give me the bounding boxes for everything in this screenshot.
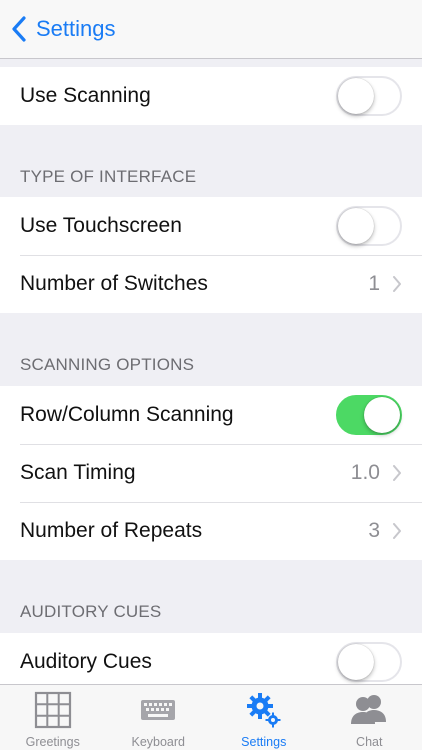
scan-timing-value: 1.0 [350, 461, 380, 484]
tab-label: Chat [356, 735, 383, 749]
row-column-scanning-toggle[interactable] [336, 395, 402, 435]
use-scanning-row: Use Scanning [0, 67, 422, 125]
people-icon [351, 695, 387, 724]
auditory-cues-label: Auditory Cues [20, 650, 152, 673]
keyboard-icon [141, 700, 176, 720]
toggle-knob [338, 644, 374, 680]
section-header-type-of-interface: TYPE OF INTERFACE [20, 167, 197, 186]
gears-icon [246, 693, 281, 728]
scanning-group: Use Scanning [0, 67, 422, 125]
use-touchscreen-row: Use Touchscreen [0, 197, 422, 255]
auditory-cues-group: Auditory Cues [0, 633, 422, 684]
use-scanning-toggle[interactable] [336, 76, 402, 116]
back-button-label: Settings [36, 16, 116, 41]
section-header-scanning-options: SCANNING OPTIONS [20, 355, 195, 374]
use-touchscreen-toggle[interactable] [336, 206, 402, 246]
number-of-repeats-row[interactable]: Number of Repeats 3 [0, 502, 422, 560]
tab-settings[interactable]: Settings [211, 685, 317, 750]
chevron-right-icon [393, 276, 401, 292]
number-of-repeats-value: 3 [368, 519, 380, 542]
toggle-knob [364, 397, 400, 433]
back-button[interactable]: Settings [10, 16, 116, 42]
tab-greetings[interactable]: Greetings [0, 685, 106, 750]
auditory-cues-toggle[interactable] [336, 642, 402, 682]
toggle-knob [338, 208, 374, 244]
number-of-repeats-label: Number of Repeats [20, 519, 203, 542]
number-of-switches-label: Number of Switches [20, 272, 208, 295]
toggle-knob [338, 78, 374, 114]
use-touchscreen-label: Use Touchscreen [20, 214, 182, 237]
use-scanning-label: Use Scanning [20, 84, 151, 107]
scan-timing-row[interactable]: Scan Timing 1.0 [0, 444, 422, 502]
tab-label: Settings [241, 735, 287, 749]
chevron-right-icon [393, 523, 401, 539]
tab-label: Keyboard [131, 735, 185, 749]
grid-icon [34, 691, 71, 729]
chevron-left-icon [12, 16, 26, 42]
tab-keyboard[interactable]: Keyboard [106, 685, 212, 750]
row-column-scanning-row: Row/Column Scanning [0, 386, 422, 444]
interface-group: Use Touchscreen Number of Switches 1 [0, 197, 422, 313]
section-header-auditory-cues: AUDITORY CUES [20, 602, 162, 621]
tab-bar: Greetings Keyboard Settings Chat [0, 684, 422, 750]
navigation-bar: Settings [0, 0, 422, 59]
scan-timing-label: Scan Timing [20, 461, 136, 484]
settings-list[interactable]: Use Scanning TYPE OF INTERFACE Use Touch… [0, 59, 422, 684]
scanning-options-group: Row/Column Scanning Scan Timing 1.0 Numb… [0, 386, 422, 560]
tab-label: Greetings [25, 735, 80, 749]
chevron-right-icon [393, 465, 401, 481]
auditory-cues-row: Auditory Cues [0, 633, 422, 684]
number-of-switches-row[interactable]: Number of Switches 1 [0, 255, 422, 313]
row-column-scanning-label: Row/Column Scanning [20, 403, 234, 426]
number-of-switches-value: 1 [368, 272, 380, 295]
tab-chat[interactable]: Chat [317, 685, 422, 750]
